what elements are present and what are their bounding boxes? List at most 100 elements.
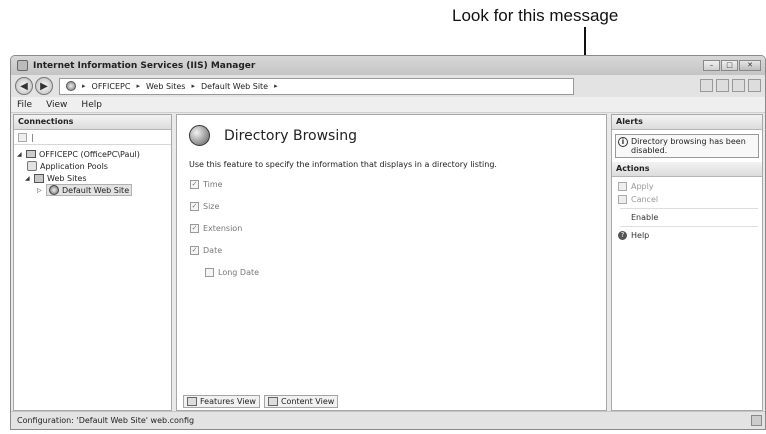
help-icon: ? [618, 231, 627, 240]
globe-icon [49, 185, 59, 195]
alerts-header: Alerts [612, 115, 762, 130]
forward-button[interactable]: ▶ [35, 77, 53, 95]
connect-icon[interactable] [18, 132, 27, 142]
annotation-callout: Look for this message [452, 6, 619, 25]
date-checkbox[interactable]: ✓ [190, 245, 199, 255]
actions-pane: Alerts i Directory browsing has been dis… [611, 114, 763, 411]
tree-item-app-pools[interactable]: Application Pools [17, 160, 171, 172]
view-tabs: Features View Content View [183, 395, 339, 408]
content-view-icon [267, 397, 278, 406]
window-title: Internet Information Services (IIS) Mana… [33, 60, 256, 71]
option-size[interactable]: ✓ Size [177, 195, 606, 217]
long-date-checkbox[interactable] [205, 267, 214, 277]
time-checkbox[interactable]: ✓ [190, 179, 199, 189]
actions-header: Actions [612, 162, 762, 177]
tab-label: Content View [280, 397, 335, 406]
menu-bar: File View Help [11, 97, 765, 113]
connections-toolbar: | [14, 130, 171, 145]
tree-item-default-web-site[interactable]: ▷ Default Web Site [17, 184, 171, 196]
globe-icon [189, 125, 210, 146]
title-bar: Internet Information Services (IIS) Mana… [11, 56, 765, 75]
app-icon [17, 60, 28, 71]
breadcrumb-web-sites[interactable]: Web Sites [146, 82, 186, 91]
tree-item-label: Application Pools [40, 161, 108, 171]
main-panes: Connections | ◢ OFFICEPC (OfficePC\Paul)… [11, 114, 765, 411]
tree-item-label: Default Web Site [62, 185, 130, 195]
option-label: Date [203, 245, 223, 255]
divider [620, 226, 758, 227]
web-sites-icon [34, 173, 44, 183]
mail-icon[interactable] [716, 79, 729, 92]
globe-icon [66, 81, 76, 91]
toolbar-divider: | [31, 132, 34, 142]
minimize-button[interactable]: – [703, 60, 720, 71]
tree-item-server[interactable]: ◢ OFFICEPC (OfficePC\Paul) [17, 148, 171, 160]
selected-node[interactable]: Default Web Site [46, 184, 133, 196]
breadcrumb-separator: ▸ [274, 82, 278, 90]
tree-item-label: Web Sites [47, 173, 87, 183]
breadcrumb[interactable]: ▸ OFFICEPC ▸ Web Sites ▸ Default Web Sit… [59, 77, 574, 95]
action-label: Enable [631, 213, 659, 222]
breadcrumb-officepc[interactable]: OFFICEPC [92, 82, 131, 91]
status-text: Configuration: 'Default Web Site' web.co… [17, 416, 195, 425]
tree-item-label: OFFICEPC (OfficePC\Paul) [39, 149, 140, 159]
collapse-icon[interactable]: ◢ [25, 175, 31, 182]
cancel-icon [618, 195, 627, 204]
collapse-icon[interactable]: ◢ [17, 151, 23, 158]
menu-help[interactable]: Help [81, 100, 102, 110]
action-cancel[interactable]: Cancel [612, 193, 762, 206]
server-icon [26, 150, 36, 158]
close-button[interactable]: ✕ [739, 60, 761, 71]
connections-header: Connections [14, 115, 171, 130]
breadcrumb-separator: ▸ [191, 82, 195, 90]
feature-pane: Directory Browsing Use this feature to s… [176, 114, 607, 411]
action-label: Apply [631, 182, 654, 191]
action-apply[interactable]: Apply [612, 180, 762, 193]
status-bar: Configuration: 'Default Web Site' web.co… [11, 411, 765, 429]
option-label: Long Date [218, 267, 260, 277]
menu-view[interactable]: View [46, 100, 67, 110]
breadcrumb-separator: ▸ [82, 82, 86, 90]
window-controls: – □ ✕ [703, 60, 761, 71]
action-help[interactable]: ? Help [612, 229, 762, 242]
tab-label: Features View [200, 397, 256, 406]
option-long-date[interactable]: Long Date [177, 261, 606, 283]
alert-text: Directory browsing has been disabled. [631, 137, 746, 155]
page-title: Directory Browsing [224, 127, 357, 144]
feature-description: Use this feature to specify the informat… [189, 160, 497, 169]
tab-content-view[interactable]: Content View [263, 395, 339, 408]
option-label: Time [203, 179, 223, 189]
features-view-icon [187, 397, 197, 406]
app-pool-icon [27, 161, 37, 171]
refresh-icon[interactable] [732, 79, 745, 92]
action-label: Help [631, 231, 650, 240]
apply-icon [618, 182, 627, 191]
option-label: Extension [203, 223, 243, 233]
network-icon [751, 415, 762, 426]
option-extension[interactable]: ✓ Extension [177, 217, 606, 239]
address-tools [700, 79, 761, 92]
option-label: Size [203, 201, 220, 211]
extension-checkbox[interactable]: ✓ [190, 223, 199, 233]
back-button[interactable]: ◀ [15, 77, 33, 95]
breadcrumb-separator: ▸ [136, 82, 140, 90]
connections-pane: Connections | ◢ OFFICEPC (OfficePC\Paul)… [13, 114, 172, 411]
iis-manager-window: Internet Information Services (IIS) Mana… [10, 55, 766, 430]
address-bar: ◀ ▶ ▸ OFFICEPC ▸ Web Sites ▸ Default Web… [11, 75, 765, 97]
tree-item-web-sites[interactable]: ◢ Web Sites [17, 172, 171, 184]
expand-icon[interactable]: ▷ [37, 187, 43, 194]
action-label: Cancel [631, 195, 659, 204]
action-enable[interactable]: Enable [612, 211, 762, 224]
option-time[interactable]: ✓ Time [177, 173, 606, 195]
breadcrumb-default-web-site[interactable]: Default Web Site [201, 82, 268, 91]
toolbar-icon[interactable] [700, 79, 713, 92]
menu-file[interactable]: File [17, 100, 32, 110]
tab-features-view[interactable]: Features View [183, 395, 260, 408]
divider [620, 208, 758, 209]
help-icon[interactable] [748, 79, 761, 92]
feature-header: Directory Browsing [177, 115, 606, 146]
size-checkbox[interactable]: ✓ [190, 201, 199, 211]
option-date[interactable]: ✓ Date [177, 239, 606, 261]
info-icon: i [618, 137, 628, 147]
maximize-button[interactable]: □ [721, 60, 738, 71]
